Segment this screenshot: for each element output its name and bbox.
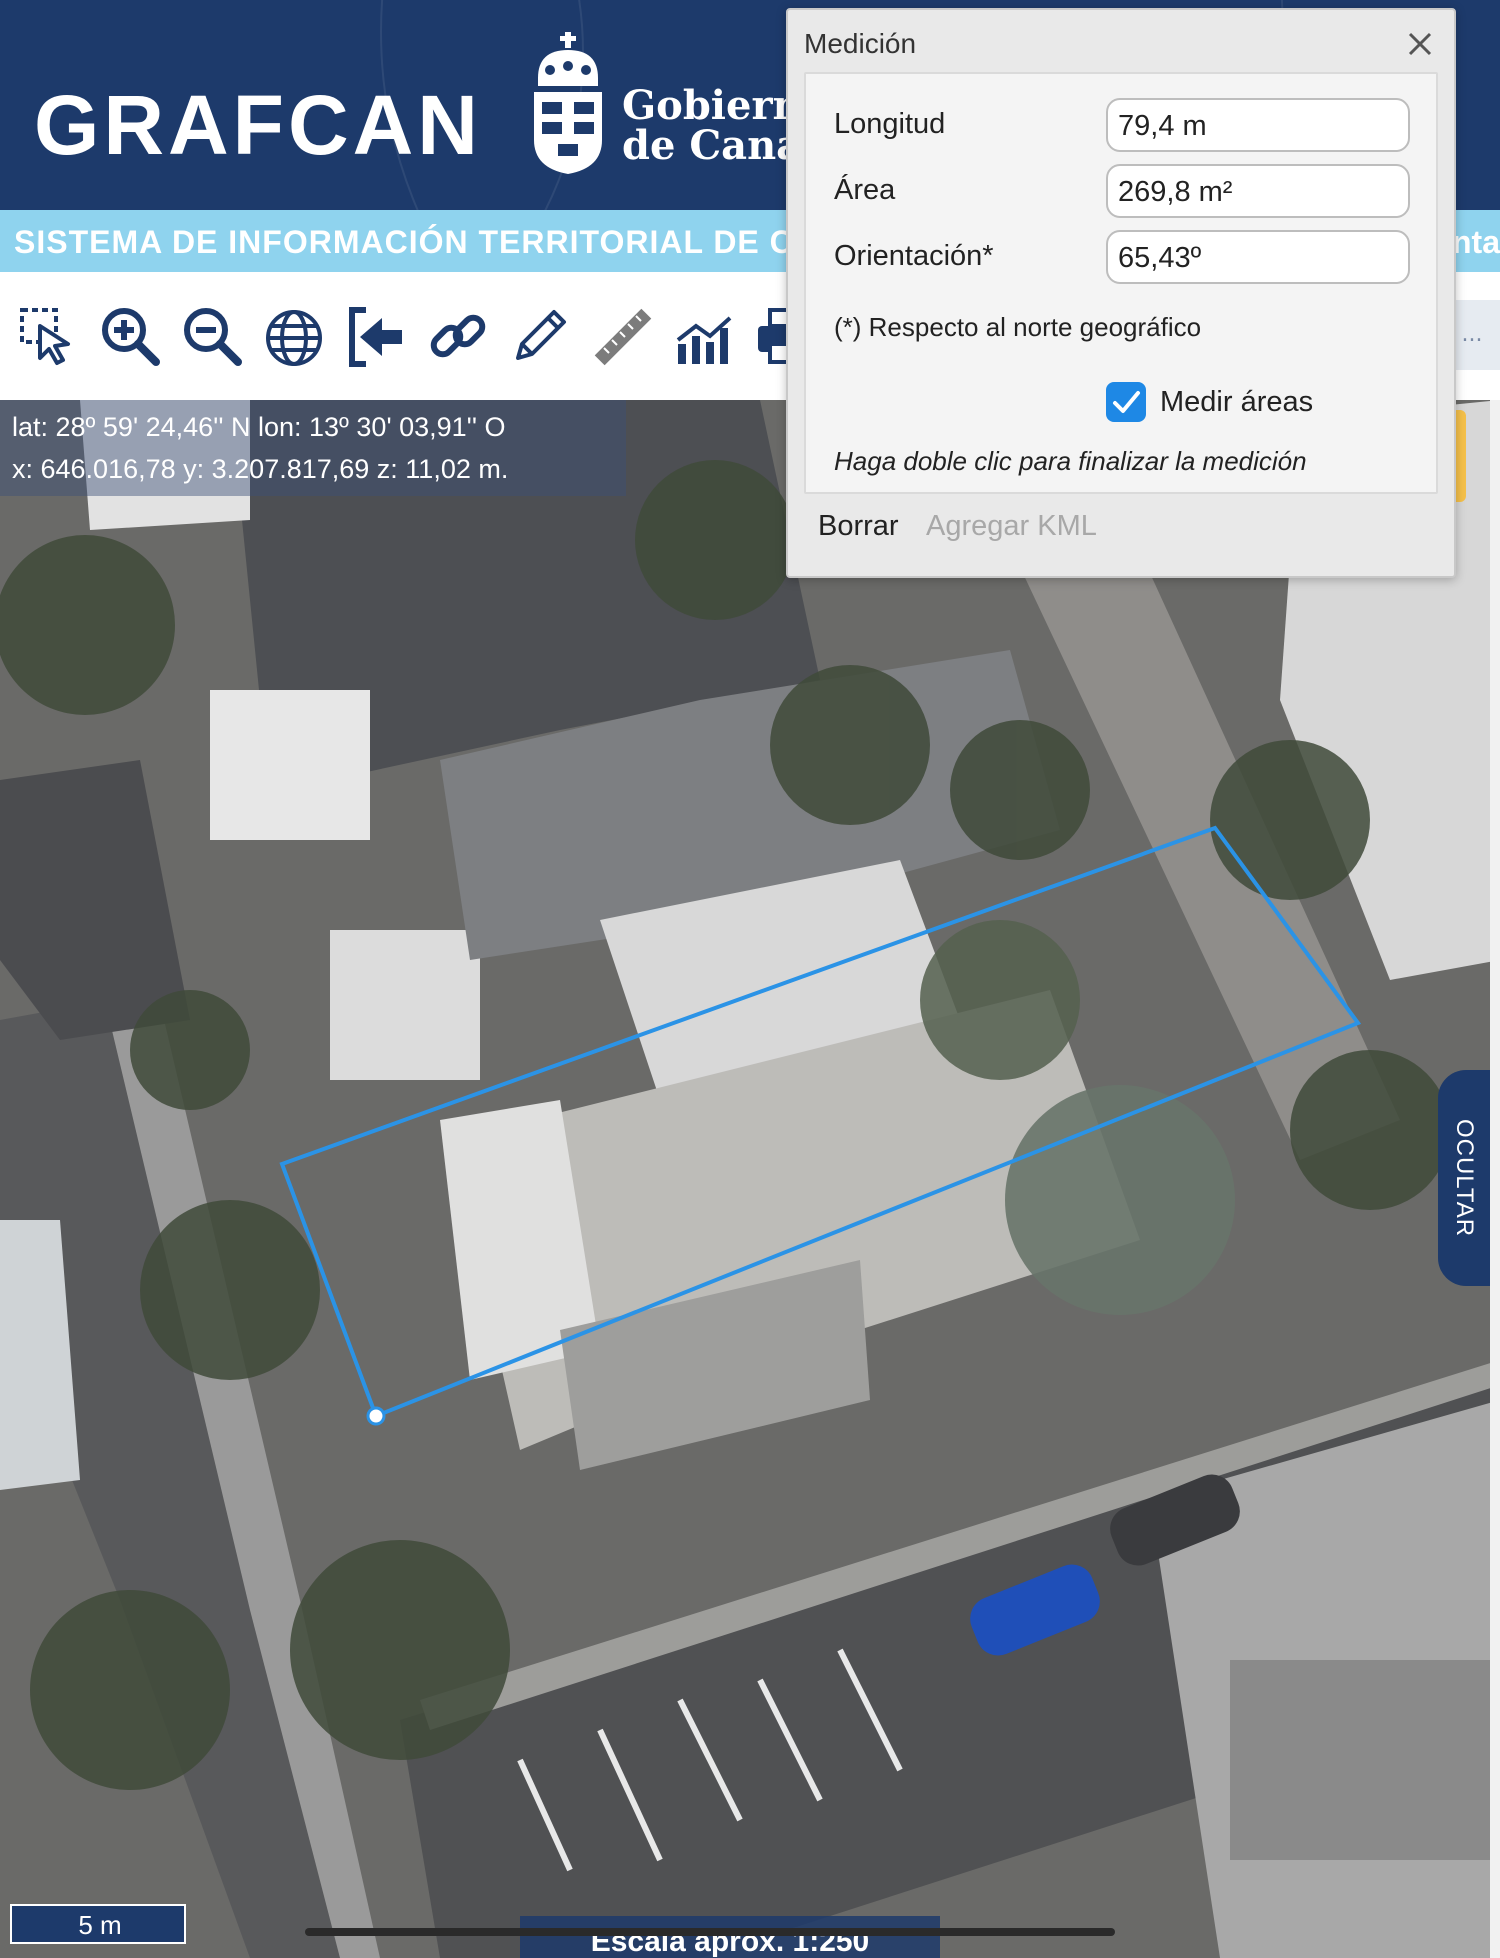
length-value: 79,4 m: [1106, 98, 1410, 152]
close-icon[interactable]: [1402, 26, 1438, 62]
measurement-vertex[interactable]: [366, 1406, 386, 1426]
draw-button[interactable]: [508, 304, 572, 368]
zoom-out-button[interactable]: [180, 304, 244, 368]
scale-bar-label: 5 m: [78, 1910, 122, 1940]
orientation-label: Orientación*: [834, 240, 994, 272]
horizontal-scrollbar[interactable]: [305, 1928, 1115, 1936]
zoom-in-button[interactable]: [98, 304, 162, 368]
dialog-body: Longitud 79,4 m Área 269,8 m² Orientació…: [804, 72, 1438, 494]
full-extent-button[interactable]: [262, 304, 326, 368]
print-button[interactable]: [754, 304, 786, 368]
measure-areas-label[interactable]: Medir áreas: [1160, 386, 1313, 419]
measure-button[interactable]: [590, 304, 654, 368]
hide-panel-tab[interactable]: OCULTAR: [1438, 1070, 1490, 1286]
select-tool-button[interactable]: [16, 304, 80, 368]
zoom-out-icon: [184, 308, 242, 366]
map-view[interactable]: [0, 400, 1500, 1958]
ruler-icon: [594, 308, 652, 366]
coordinate-readout: lat: 28º 59' 24,46'' N lon: 13º 30' 03,9…: [0, 400, 626, 496]
system-title-right: nta: [1452, 224, 1500, 260]
pencil-icon: [516, 310, 566, 360]
system-title: SISTEMA DE INFORMACIÓN TERRITORIAL DE C: [14, 224, 794, 260]
link-button[interactable]: [426, 304, 490, 368]
finish-hint: Haga doble clic para finalizar la medici…: [834, 446, 1307, 476]
profile-button[interactable]: [672, 304, 736, 368]
add-kml-button[interactable]: Agregar KML: [926, 510, 1097, 543]
clear-button[interactable]: Borrar: [818, 510, 899, 543]
print-icon: [758, 308, 786, 364]
exit-icon: [349, 307, 402, 367]
brand-logo: GRAFCAN: [34, 78, 482, 172]
select-icon: [20, 308, 70, 365]
xyz-readout: x: 646.016,78 y: 3.207.817,69 z: 11,02 m…: [12, 454, 509, 484]
dialog-title: Medición: [804, 28, 917, 59]
latlon-readout: lat: 28º 59' 24,46'' N lon: 13º 30' 03,9…: [12, 412, 506, 442]
scale-bar: 5 m: [10, 1904, 186, 1944]
exit-button[interactable]: [344, 304, 408, 368]
length-label: Longitud: [834, 108, 946, 140]
aerial-imagery: [0, 400, 1500, 1958]
area-value: 269,8 m²: [1106, 164, 1410, 218]
checkmark-icon: [1113, 391, 1140, 413]
measurement-dialog: Medición Longitud 79,4 m Área 269,8 m² O…: [786, 8, 1456, 578]
orientation-value: 65,43º: [1106, 230, 1410, 284]
approx-scale: Escala aprox. 1:250: [520, 1916, 940, 1958]
chart-icon: [676, 316, 732, 364]
crest-icon: [534, 32, 602, 174]
zoom-in-icon: [102, 308, 160, 366]
side-panel-edge: [1490, 400, 1500, 1958]
hide-panel-label: OCULTAR: [1451, 1118, 1478, 1238]
link-icon: [430, 314, 486, 358]
orientation-note: (*) Respecto al norte geográfico: [834, 312, 1202, 342]
area-label: Área: [834, 174, 896, 206]
globe-icon: [266, 310, 322, 366]
measure-areas-checkbox[interactable]: [1106, 382, 1146, 422]
